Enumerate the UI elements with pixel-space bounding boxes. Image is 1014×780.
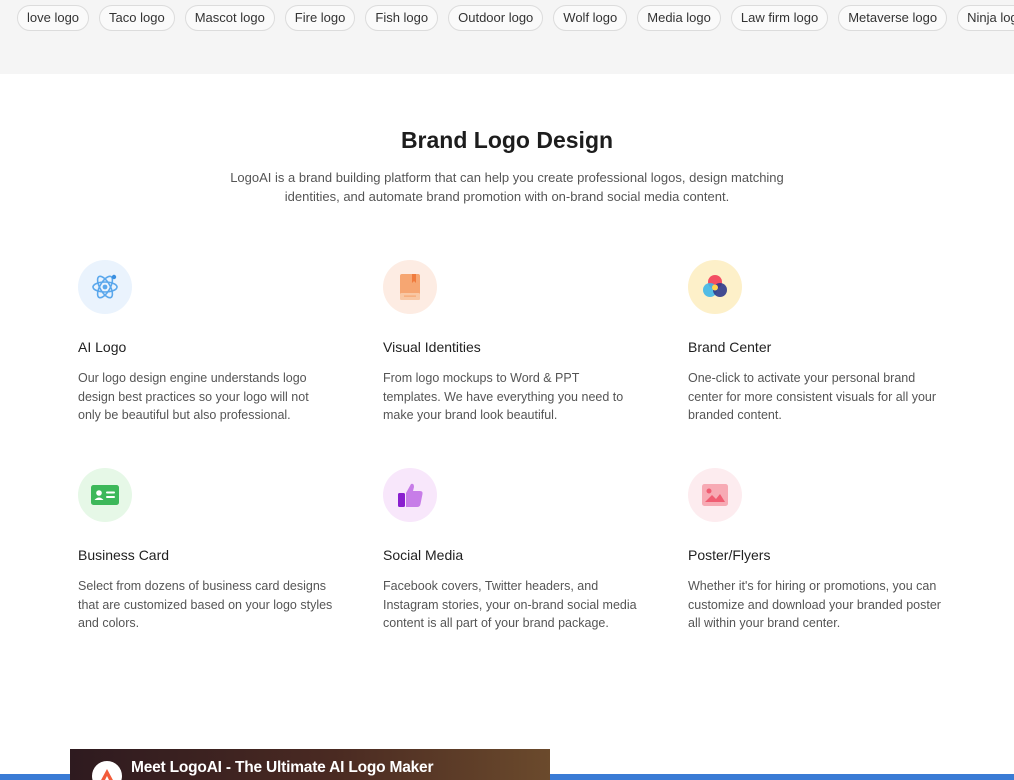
atom-icon — [78, 260, 132, 314]
tag-ninja-logo[interactable]: Ninja logo — [957, 5, 1014, 31]
feature-social-media: Social Media Facebook covers, Twitter he… — [383, 468, 643, 633]
video-title: Meet LogoAI - The Ultimate AI Logo Maker — [131, 759, 434, 776]
business-card-icon — [78, 468, 132, 522]
logoai-logo-icon — [92, 761, 122, 780]
tag-media-logo[interactable]: Media logo — [637, 5, 721, 31]
tag-fire-logo[interactable]: Fire logo — [284, 5, 356, 31]
feature-description: Select from dozens of business card desi… — [78, 579, 333, 631]
tag-law-firm-logo[interactable]: Law firm logo — [730, 5, 829, 31]
feature-title: Brand Center — [688, 339, 772, 355]
intro-video[interactable]: Meet LogoAI - The Ultimate AI Logo Maker — [70, 749, 550, 780]
feature-title: AI Logo — [78, 339, 127, 355]
tag-taco-logo[interactable]: Taco logo — [99, 5, 175, 31]
poster-icon — [688, 468, 742, 522]
tag-wolf-logo[interactable]: Wolf logo — [553, 5, 628, 31]
color-circles-icon — [688, 260, 742, 314]
tag-fish-logo[interactable]: Fish logo — [365, 5, 439, 31]
feature-description: Facebook covers, Twitter headers, and In… — [383, 579, 637, 631]
feature-visual-identities: Visual Identities From logo mockups to W… — [383, 260, 643, 425]
tag-list: love logo Taco logo Mascot logo Fire log… — [17, 5, 1014, 31]
feature-description: Whether it's for hiring or promotions, y… — [688, 579, 941, 631]
feature-ai-logo: AI Logo Our logo design engine understan… — [78, 260, 338, 425]
feature-description: Our logo design engine understands logo … — [78, 371, 309, 423]
section-subtitle: LogoAI is a brand building platform that… — [230, 170, 784, 204]
tag-mascot-logo[interactable]: Mascot logo — [184, 5, 275, 31]
thumbs-up-icon — [383, 468, 437, 522]
feature-title: Business Card — [78, 547, 170, 563]
tag-metaverse-logo[interactable]: Metaverse logo — [838, 5, 948, 31]
feature-description: One-click to activate your personal bran… — [688, 371, 937, 423]
feature-description: From logo mockups to Word & PPT template… — [383, 371, 624, 423]
feature-title: Poster/Flyers — [688, 547, 771, 563]
book-icon — [383, 260, 437, 314]
feature-brand-center: Brand Center One-click to activate your … — [688, 260, 948, 425]
feature-title: Social Media — [383, 547, 464, 563]
tag-love-logo[interactable]: love logo — [17, 5, 90, 31]
tag-outdoor-logo[interactable]: Outdoor logo — [448, 5, 544, 31]
related-tags-strip: love logo Taco logo Mascot logo Fire log… — [0, 0, 1014, 74]
feature-title: Visual Identities — [383, 339, 481, 355]
section-title: Brand Logo Design — [400, 127, 614, 153]
feature-business-card: Business Card Select from dozens of busi… — [78, 468, 338, 633]
feature-poster-flyers: Poster/Flyers Whether it's for hiring or… — [688, 468, 948, 633]
